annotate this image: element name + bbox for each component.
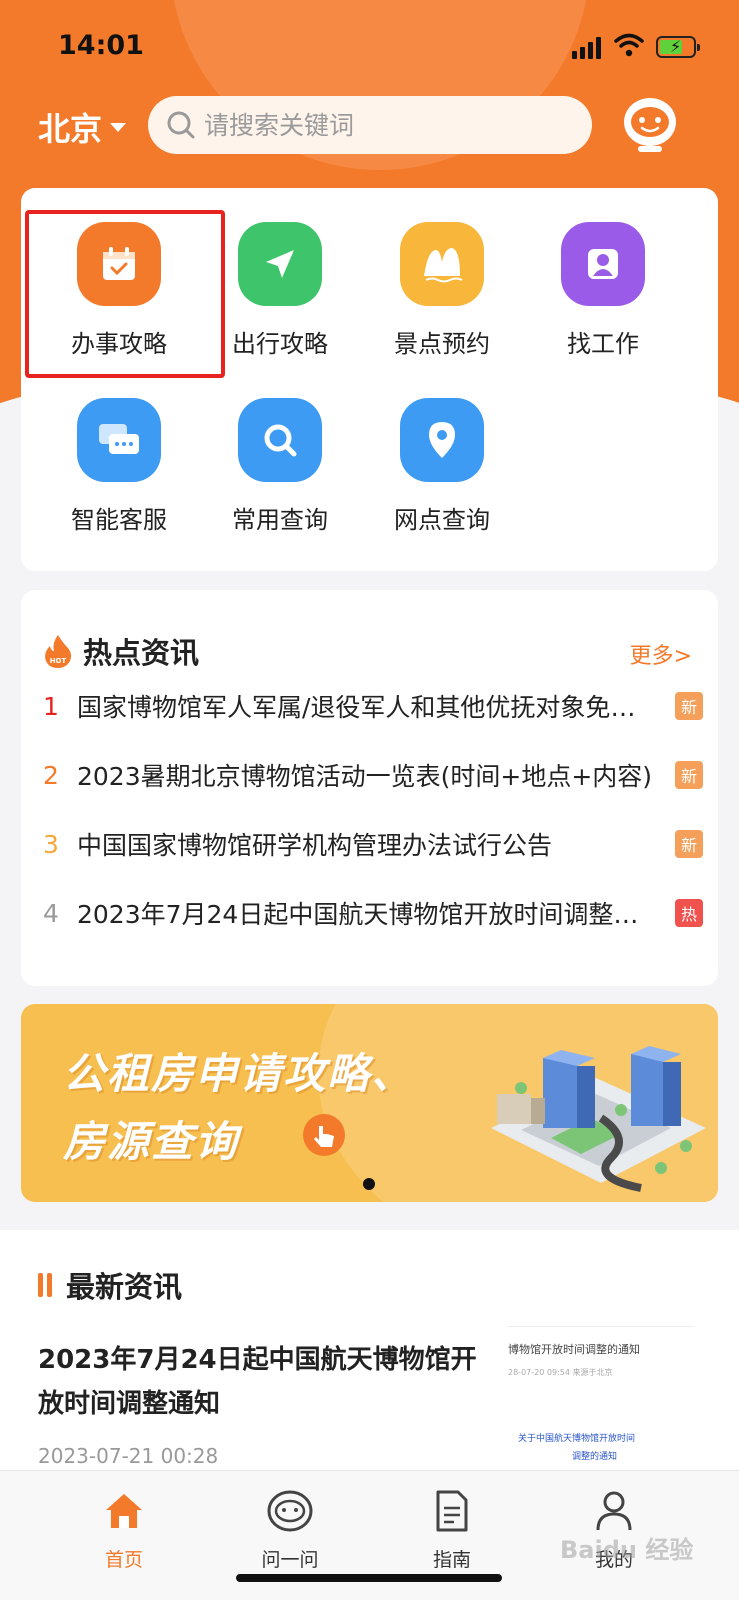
search-magnifier-icon	[238, 398, 322, 482]
location-pin-icon	[400, 398, 484, 482]
news-text: 国家博物馆军人军属/退役军人和其他优抚对象免预约参观	[77, 693, 675, 722]
person-icon	[561, 222, 645, 306]
svg-text:HOT: HOT	[50, 657, 67, 665]
hot-flame-icon: HOT	[45, 635, 71, 668]
news-item[interactable]: 4 2023年7月24日起中国航天博物馆开放时间调整通知 热	[43, 893, 703, 933]
search-bar[interactable]	[148, 96, 592, 154]
tab-label: 指南	[432, 1549, 471, 1571]
thumb-heading: 博物馆开放时间调整的通知	[508, 1343, 640, 1356]
navigation-arrow-icon	[238, 222, 322, 306]
news-tag-badge: 新	[675, 830, 703, 858]
tab-label: 问一问	[261, 1549, 319, 1571]
hot-news-more-link[interactable]: 更多>	[630, 638, 692, 670]
news-rank: 1	[43, 691, 59, 721]
grid-item-outlet-query[interactable]: 网点查询	[362, 398, 522, 535]
news-item[interactable]: 3 中国国家博物馆研学机构管理办法试行公告 新	[43, 824, 703, 864]
grid-item-common-query[interactable]: 常用查询	[200, 398, 360, 535]
news-rank: 3	[43, 829, 59, 859]
thumb-body-2: 调整的通知	[572, 1452, 618, 1462]
grid-item-scenic-booking[interactable]: 景点预约	[362, 222, 522, 359]
banner-headline: 公租房申请攻略、	[63, 1049, 416, 1098]
city-label: 北京	[38, 110, 103, 148]
tab-home[interactable]: 首页	[64, 1485, 184, 1572]
tab-guide[interactable]: 指南	[392, 1485, 512, 1572]
promo-banner[interactable]: 公租房申请攻略、 房源查询	[21, 1004, 718, 1202]
grid-item-label: 网点查询	[394, 506, 490, 534]
robot-chat-icon	[264, 1485, 316, 1537]
caret-down-icon	[110, 122, 127, 132]
grid-item-smart-service[interactable]: 智能客服	[39, 398, 199, 535]
thumb-body: 关于中国航天博物馆开放时间	[518, 1434, 636, 1444]
news-text: 2023暑期北京博物馆活动一览表(时间+地点+内容)	[77, 762, 653, 791]
latest-news-section: 最新资讯 2023年7月24日起中国航天博物馆开放时间调整通知 2023-07-…	[0, 1230, 739, 1470]
status-time: 14:01	[58, 30, 144, 61]
hot-news-header: HOT 热点资讯	[43, 630, 199, 672]
wifi-icon	[614, 33, 644, 57]
tap-hand-icon	[303, 1114, 345, 1156]
battery-icon: ⚡	[656, 36, 700, 58]
grid-item-find-job[interactable]: 找工作	[523, 222, 683, 359]
article-thumbnail[interactable]: 博物馆开放时间调整的通知 28-07-20 09:54 来源于北京 关于中国航天…	[508, 1326, 694, 1470]
home-indicator[interactable]	[236, 1574, 502, 1582]
news-item[interactable]: 2 2023暑期北京博物馆活动一览表(时间+地点+内容) 新	[43, 755, 703, 795]
news-tag-badge: 新	[675, 692, 703, 720]
robot-assistant-icon[interactable]	[622, 94, 678, 154]
latest-news-title: 最新资讯	[66, 1270, 183, 1304]
city-buildings-illustration	[491, 1046, 706, 1192]
hot-news-title: 热点资讯	[83, 636, 200, 670]
news-tag-badge: 新	[675, 761, 703, 789]
document-icon	[426, 1485, 478, 1537]
chat-bubbles-icon	[77, 398, 161, 482]
news-rank: 4	[43, 898, 59, 928]
news-text: 2023年7月24日起中国航天博物馆开放时间调整通知	[77, 900, 664, 929]
search-icon	[167, 111, 195, 139]
news-item[interactable]: 1 国家博物馆军人军属/退役军人和其他优抚对象免预约参观 新	[43, 686, 703, 726]
latest-article-date: 2023-07-21 00:28	[38, 1444, 219, 1468]
accent-bar	[47, 1273, 52, 1297]
banner-subline: 房源查询	[63, 1117, 240, 1166]
grid-item-label: 常用查询	[232, 506, 328, 534]
grid-item-label: 找工作	[567, 330, 639, 358]
highlight-annotation-box	[25, 210, 225, 378]
carousel-indicator[interactable]	[363, 1178, 375, 1190]
status-bar: 14:01 ⚡	[0, 0, 739, 90]
cellular-signal-icon	[572, 37, 604, 59]
hot-news-card: HOT 热点资讯 更多> 1 国家博物馆军人军属/退役军人和其他优抚对象免预约参…	[21, 590, 718, 986]
mountain-scenery-icon	[400, 222, 484, 306]
tab-ask[interactable]: 问一问	[230, 1485, 350, 1572]
tab-label: 首页	[104, 1549, 143, 1571]
news-tag-badge: 热	[675, 899, 703, 927]
latest-article-title[interactable]: 2023年7月24日起中国航天博物馆开放时间调整通知	[38, 1338, 478, 1426]
grid-item-label: 景点预约	[394, 330, 490, 358]
watermark: Baidu 经验	[560, 1536, 694, 1564]
city-selector[interactable]: 北京	[38, 104, 127, 150]
thumb-meta: 28-07-20 09:54 来源于北京	[508, 1368, 613, 1377]
news-rank: 2	[43, 760, 59, 790]
search-input[interactable]	[204, 110, 564, 140]
latest-news-header: 最新资讯	[38, 1264, 182, 1306]
grid-item-label: 智能客服	[71, 506, 167, 534]
home-icon	[98, 1485, 150, 1537]
accent-bar	[38, 1273, 43, 1297]
news-text: 中国国家博物馆研学机构管理办法试行公告	[77, 831, 553, 860]
